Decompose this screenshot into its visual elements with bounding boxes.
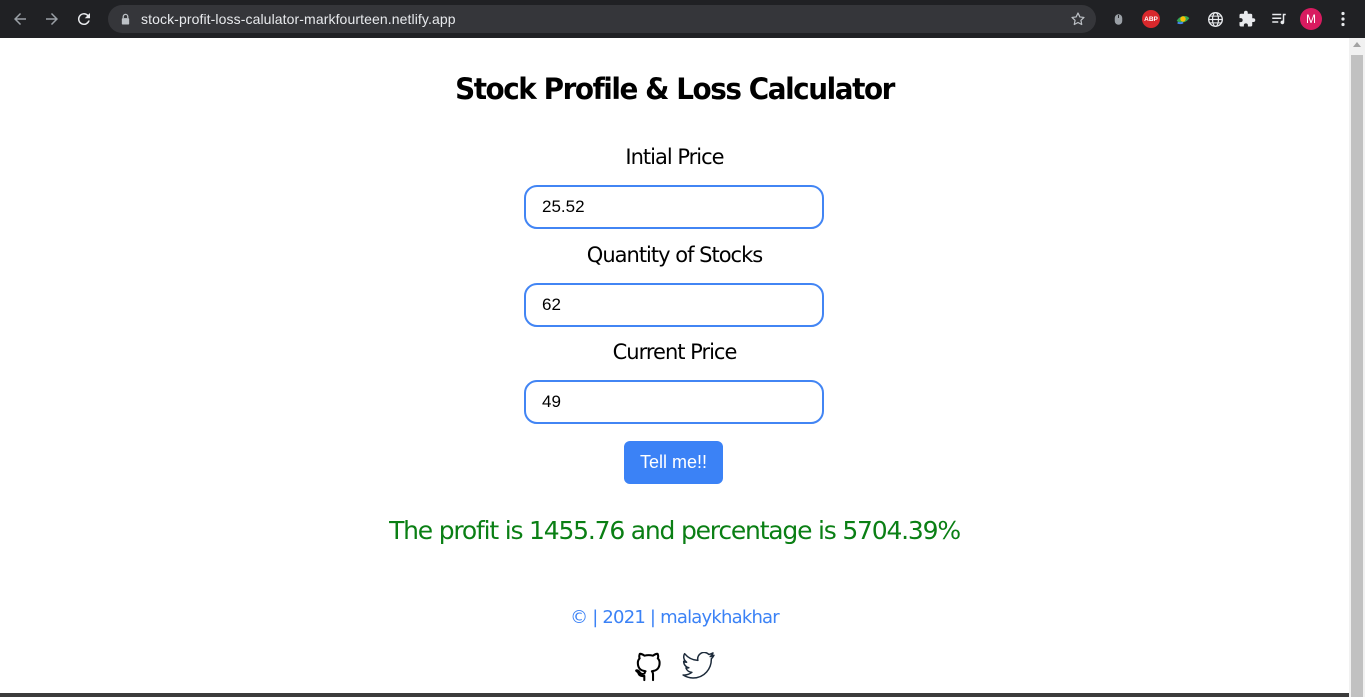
github-link[interactable] — [632, 648, 666, 684]
reload-button[interactable] — [68, 3, 100, 35]
back-button[interactable] — [4, 3, 36, 35]
browser-toolbar: stock-profit-loss-calulator-markfourteen… — [0, 0, 1365, 38]
page-content: Stock Profile & Loss Calculator Intial P… — [0, 38, 1349, 697]
forward-button[interactable] — [36, 3, 68, 35]
current-price-input[interactable] — [524, 380, 824, 424]
initial-price-input[interactable] — [524, 185, 824, 229]
tell-me-button[interactable]: Tell me!! — [624, 441, 723, 484]
adblock-extension-button[interactable]: ABP — [1141, 9, 1161, 29]
arrow-left-icon — [14, 13, 26, 25]
eye-dropper-extension-icon[interactable] — [1173, 9, 1193, 29]
media-queue-icon[interactable] — [1269, 9, 1289, 29]
bottom-edge — [0, 693, 1349, 697]
github-icon — [635, 652, 661, 682]
browser-menu-icon[interactable] — [1335, 9, 1351, 29]
lock-icon — [120, 13, 132, 25]
vertical-scrollbar[interactable] — [1349, 38, 1365, 697]
result-message: The profit is 1455.76 and percentage is … — [389, 516, 961, 545]
quantity-label: Quantity of Stocks — [586, 243, 763, 267]
extensions-puzzle-icon[interactable] — [1237, 9, 1257, 29]
profile-avatar[interactable]: M — [1300, 8, 1322, 30]
reload-icon — [77, 13, 90, 26]
arrow-right-icon — [46, 13, 58, 25]
scrollbar-thumb[interactable] — [1351, 55, 1363, 697]
twitter-link[interactable] — [681, 648, 717, 684]
globe-extension-icon[interactable] — [1205, 9, 1225, 29]
page-title: Stock Profile & Loss Calculator — [455, 72, 895, 106]
bookmark-star-icon[interactable] — [1070, 11, 1086, 27]
adblock-icon: ABP — [1142, 10, 1160, 28]
quantity-input[interactable] — [524, 283, 824, 327]
current-price-label: Current Price — [612, 340, 738, 364]
twitter-icon — [682, 652, 715, 679]
initial-price-label: Intial Price — [625, 145, 724, 169]
mouse-extension-icon[interactable] — [1108, 9, 1128, 29]
address-bar[interactable]: stock-profit-loss-calulator-markfourteen… — [108, 5, 1096, 33]
url-text: stock-profit-loss-calulator-markfourteen… — [141, 11, 456, 27]
footer-copyright: © | 2021 | malaykhakhar — [570, 607, 780, 628]
scroll-up-arrow-icon[interactable] — [1353, 42, 1361, 47]
